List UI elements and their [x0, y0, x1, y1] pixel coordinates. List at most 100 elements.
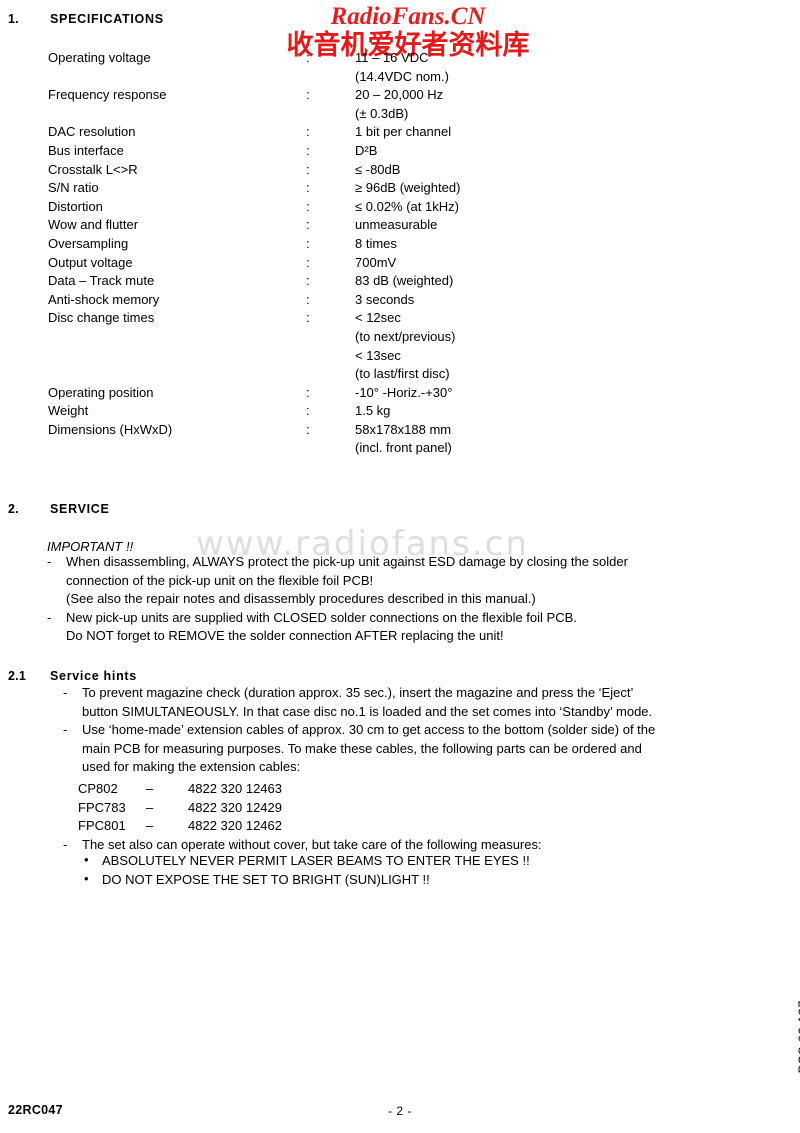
watermark-latin-text: RadioFans.CN	[330, 3, 486, 30]
spec-value: ≤ 0.02% (at 1kHz)	[355, 198, 459, 214]
list-item-text: Do NOT forget to REMOVE the solder conne…	[66, 628, 504, 644]
spec-row: (incl. front panel)	[48, 440, 748, 459]
list-item-text: used for making the extension cables:	[82, 759, 301, 775]
spec-label: S/N ratio	[48, 180, 99, 196]
part-name: FPC801	[78, 818, 126, 834]
spec-colon: :	[306, 198, 310, 214]
spec-colon: :	[306, 124, 310, 140]
spec-value: ≤ -80dB	[355, 161, 401, 177]
spec-row: Frequency response: 20 – 20,000 Hz	[48, 87, 748, 106]
part-name: CP802	[78, 781, 118, 796]
part-dash: –	[146, 781, 154, 796]
spec-row: Oversampling: 8 times	[48, 236, 748, 255]
list-item-text: connection of the pick-up unit on the fl…	[66, 572, 374, 588]
spec-value: unmeasurable	[355, 217, 438, 233]
list-item: - Use ‘home-made’ extension cables of app…	[63, 721, 773, 740]
spec-value: -10° -Horiz.-+30°	[355, 384, 453, 400]
dash-bullet-icon: -	[47, 554, 52, 569]
spec-value: 1.5 kg	[355, 403, 391, 419]
list-item-text: When disassembling, ALWAYS protect the p…	[66, 554, 628, 569]
spec-value: < 12sec	[355, 310, 401, 326]
list-item-text: button SIMULTANEOUSLY. In that case disc…	[82, 703, 653, 719]
list-item: - To prevent magazine check (duration app…	[63, 684, 773, 703]
section-number-service-hints: 2.1	[8, 669, 26, 683]
spec-label: Oversampling	[48, 235, 129, 251]
list-item: used for making the extension cables:	[63, 758, 773, 777]
spec-colon: :	[306, 50, 310, 65]
list-item: button SIMULTANEOUSLY. In that case disc…	[63, 703, 773, 722]
list-item-text: The set also can operate without cover, …	[82, 837, 542, 852]
section-heading-service-hints: Service hints	[50, 669, 137, 683]
spec-row: (to last/first disc)	[48, 366, 748, 385]
list-item: connection of the pick-up unit on the fl…	[47, 572, 767, 591]
bullet-icon: •	[84, 870, 89, 886]
spec-row: DAC resolution: 1 bit per channel	[48, 124, 748, 143]
list-item: - New pick-up units are supplied with CLO…	[47, 609, 767, 628]
section-number-specifications: 1.	[8, 12, 19, 26]
spec-value: 58x178x188 mm	[355, 421, 452, 437]
list-item: - When disassembling, ALWAYS protect the …	[47, 553, 767, 572]
spec-row: Operating voltage: 11 – 16 VDC	[48, 50, 748, 69]
spec-label: Weight	[48, 403, 89, 419]
service-warning-list: - When disassembling, ALWAYS protect the …	[47, 553, 767, 646]
spec-row: Wow and flutter: unmeasurable	[48, 217, 748, 236]
spec-label: Distortion	[48, 198, 103, 214]
spec-row: (14.4VDC nom.)	[48, 69, 748, 88]
spec-colon: :	[306, 384, 310, 400]
spec-colon: :	[306, 161, 310, 177]
spec-row: < 13sec	[48, 348, 748, 367]
section-number-service: 2.	[8, 502, 19, 516]
spec-value: 3 seconds	[355, 291, 415, 307]
warning-text: DO NOT EXPOSE THE SET TO BRIGHT (SUN)LIG…	[102, 871, 430, 887]
spec-colon: :	[306, 291, 310, 307]
spec-label: Wow and flutter	[48, 217, 139, 233]
list-item: main PCB for measuring purposes. To make…	[63, 740, 773, 759]
spec-colon: :	[306, 235, 310, 251]
spec-value: (to last/first disc)	[355, 366, 450, 382]
spec-colon: :	[306, 87, 310, 103]
part-name: FPC783	[78, 799, 126, 815]
spec-value: 1 bit per channel	[355, 124, 452, 140]
spec-row: Distortion: ≤ 0.02% (at 1kHz)	[48, 199, 748, 218]
section-heading-service: SERVICE	[50, 502, 110, 516]
list-item-text: main PCB for measuring purposes. To make…	[82, 740, 642, 756]
spec-colon: :	[306, 217, 310, 233]
list-item-text: Use ‘home-made’ extension cables of appr…	[82, 722, 656, 738]
spec-value: 11 – 16 VDC	[355, 50, 429, 65]
spec-value: (incl. front panel)	[355, 440, 452, 456]
list-item-text: New pick-up units are supplied with CLOS…	[66, 609, 577, 625]
spec-colon: :	[306, 403, 310, 419]
spec-label: Operating voltage	[48, 50, 151, 65]
spec-value: (± 0.3dB)	[355, 105, 409, 121]
spec-row: Dimensions (HxWxD): 58x178x188 mm	[48, 422, 748, 441]
spec-value: < 13sec	[355, 347, 401, 363]
side-margin-code: PCS 92 127	[796, 1000, 800, 1074]
dash-bullet-icon: -	[63, 722, 68, 738]
part-number: 4822 320 12463	[188, 781, 282, 796]
spec-value: 700mV	[355, 254, 397, 270]
dash-bullet-icon: -	[63, 837, 68, 852]
list-item-text: (See also the repair notes and disassemb…	[66, 591, 536, 607]
spec-colon: :	[306, 273, 310, 289]
warning-item: • DO NOT EXPOSE THE SET TO BRIGHT (SUN)LI…	[80, 871, 780, 890]
dash-bullet-icon: -	[47, 609, 52, 625]
warning-text: ABSOLUTELY NEVER PERMIT LASER BEAMS TO E…	[102, 853, 530, 868]
spec-row: Disc change times: < 12sec	[48, 310, 748, 329]
spec-row: (± 0.3dB)	[48, 106, 748, 125]
spec-label: Output voltage	[48, 254, 133, 270]
list-item: Do NOT forget to REMOVE the solder conne…	[47, 627, 767, 646]
part-number: 4822 320 12462	[188, 818, 282, 834]
service-hints-list: - To prevent magazine check (duration app…	[63, 684, 773, 777]
list-item-text: To prevent magazine check (duration appr…	[82, 685, 634, 700]
spec-row: S/N ratio: ≥ 96dB (weighted)	[48, 180, 748, 199]
spec-value: 20 – 20,000 Hz	[355, 87, 444, 103]
spec-value: (to next/previous)	[355, 328, 456, 344]
spec-label: DAC resolution	[48, 124, 136, 140]
list-item: (See also the repair notes and disassemb…	[47, 590, 767, 609]
warning-item: • ABSOLUTELY NEVER PERMIT LASER BEAMS TO …	[80, 852, 780, 871]
spec-value: 83 dB (weighted)	[355, 273, 454, 289]
spec-row: Output voltage: 700mV	[48, 255, 748, 274]
spec-colon: :	[306, 180, 310, 196]
part-dash: –	[146, 818, 154, 834]
spec-value: 8 times	[355, 235, 397, 251]
